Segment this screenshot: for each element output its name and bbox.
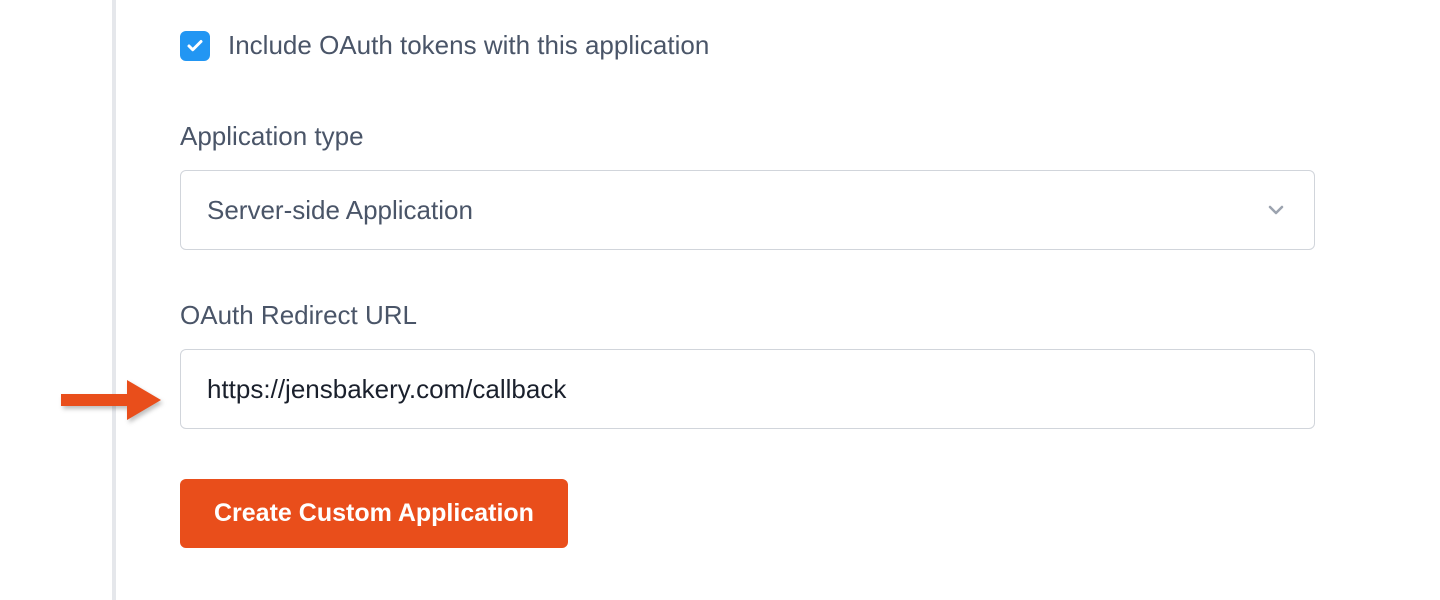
chevron-down-icon bbox=[1264, 198, 1288, 222]
app-type-selected-value: Server-side Application bbox=[207, 195, 473, 226]
check-icon bbox=[186, 37, 204, 55]
form-content: Include OAuth tokens with this applicati… bbox=[180, 30, 1315, 548]
redirect-url-label: OAuth Redirect URL bbox=[180, 300, 1315, 331]
oauth-checkbox-label: Include OAuth tokens with this applicati… bbox=[228, 30, 709, 61]
redirect-url-field: OAuth Redirect URL bbox=[180, 300, 1315, 429]
redirect-url-input[interactable] bbox=[180, 349, 1315, 429]
oauth-checkbox-row: Include OAuth tokens with this applicati… bbox=[180, 30, 1315, 61]
arrow-right-icon bbox=[57, 376, 165, 424]
app-type-field: Application type Server-side Application bbox=[180, 121, 1315, 250]
app-type-select-wrapper: Server-side Application bbox=[180, 170, 1315, 250]
app-type-label: Application type bbox=[180, 121, 1315, 152]
oauth-checkbox[interactable] bbox=[180, 31, 210, 61]
create-application-button[interactable]: Create Custom Application bbox=[180, 479, 568, 548]
app-type-select[interactable]: Server-side Application bbox=[180, 170, 1315, 250]
left-border bbox=[112, 0, 116, 600]
